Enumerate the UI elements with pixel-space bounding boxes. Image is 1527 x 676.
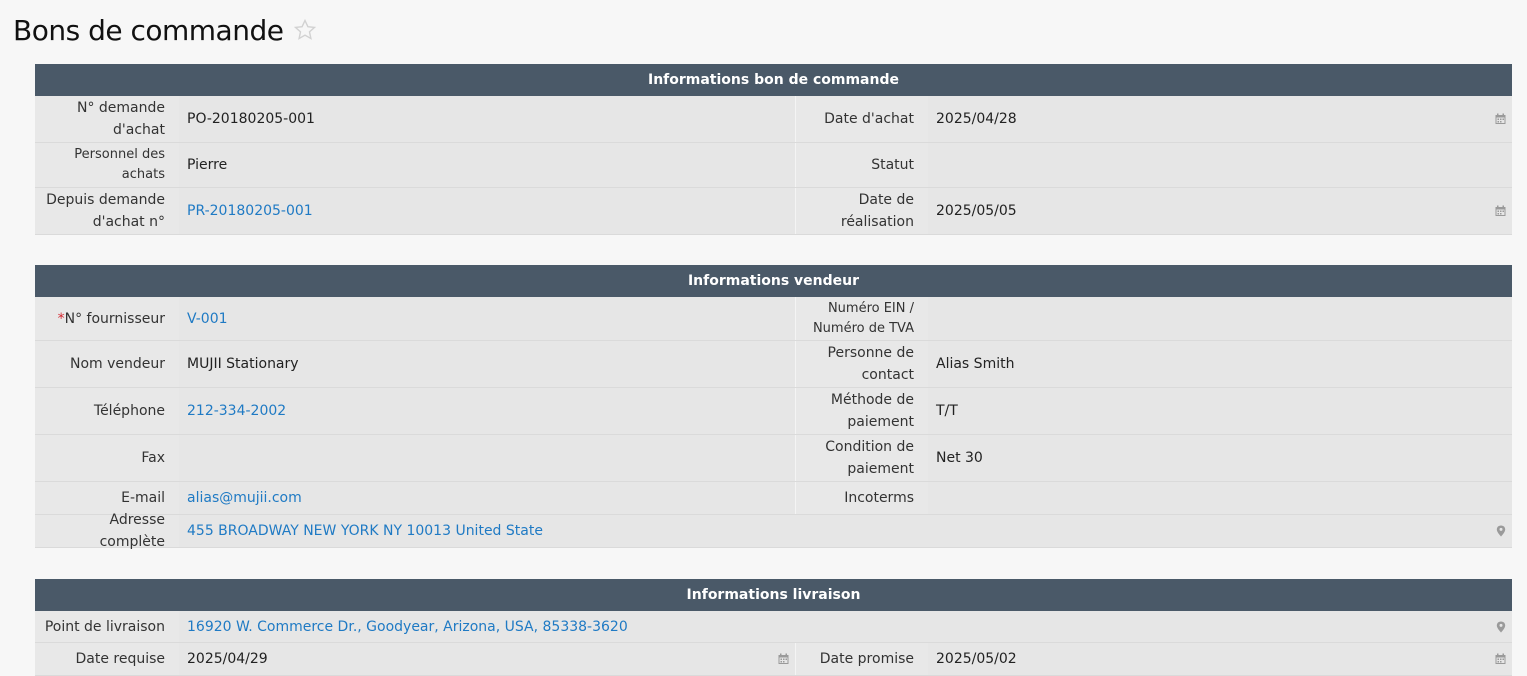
- promised-date-value: 2025/05/02: [936, 651, 1017, 667]
- fax-field[interactable]: [179, 435, 795, 481]
- delivery-point-link[interactable]: 16920 W. Commerce Dr., Goodyear, Arizona…: [187, 619, 628, 635]
- map-pin-icon[interactable]: [1496, 525, 1506, 537]
- payment-method-field[interactable]: T/T: [928, 388, 1512, 434]
- payment-terms-label: Condition de paiement: [795, 435, 928, 481]
- supplier-no-label-text: N° fournisseur: [64, 310, 165, 327]
- address-link[interactable]: 455 BROADWAY NEW YORK NY 10013 United St…: [187, 523, 543, 539]
- supplier-no-field[interactable]: V-001: [179, 297, 795, 340]
- address-field[interactable]: 455 BROADWAY NEW YORK NY 10013 United St…: [179, 515, 1512, 547]
- form-row: Depuis demande d'achat n° PR-20180205-00…: [35, 188, 1512, 235]
- form-row: Téléphone 212-334-2002 Méthode de paieme…: [35, 388, 1512, 435]
- promised-date-label: Date promise: [795, 643, 928, 675]
- po-number-label: N° demande d'achat: [35, 96, 179, 142]
- page-header: Bons de commande: [13, 10, 317, 50]
- supplier-no-link[interactable]: V-001: [187, 311, 228, 327]
- contact-field[interactable]: Alias Smith: [928, 341, 1512, 387]
- ein-label: Numéro EIN / Numéro de TVA: [795, 297, 928, 340]
- incoterms-field[interactable]: [928, 482, 1512, 514]
- delivery-point-field[interactable]: 16920 W. Commerce Dr., Goodyear, Arizona…: [179, 611, 1512, 642]
- status-field[interactable]: [928, 143, 1512, 187]
- required-marker: *: [57, 310, 65, 327]
- purchase-date-label: Date d'achat: [795, 96, 928, 142]
- promised-date-field[interactable]: 2025/05/02: [928, 643, 1512, 675]
- payment-terms-field[interactable]: Net 30: [928, 435, 1512, 481]
- ein-field[interactable]: [928, 297, 1512, 340]
- form-row: Personnel des achats Pierre Statut: [35, 143, 1512, 188]
- section-vendor-info: Informations vendeur * N° fournisseur V-0…: [35, 265, 1512, 550]
- vendor-name-label: Nom vendeur: [35, 341, 179, 387]
- supplier-no-label: * N° fournisseur: [35, 297, 179, 340]
- calendar-icon[interactable]: [1495, 113, 1506, 125]
- completion-date-field[interactable]: 2025/05/05: [928, 188, 1512, 234]
- section-header: Informations livraison: [35, 579, 1512, 611]
- email-field[interactable]: alias@mujii.com: [179, 482, 795, 514]
- po-number-field[interactable]: PO-20180205-001: [179, 96, 795, 142]
- purchase-date-field[interactable]: 2025/04/28: [928, 96, 1512, 142]
- calendar-icon[interactable]: [1495, 653, 1506, 665]
- completion-date-label: Date de réalisation: [795, 188, 928, 234]
- status-label: Statut: [795, 143, 928, 187]
- map-pin-icon[interactable]: [1496, 621, 1506, 633]
- fax-label: Fax: [35, 435, 179, 481]
- from-pr-field[interactable]: PR-20180205-001: [179, 188, 795, 234]
- form-row: Adresse complète 455 BROADWAY NEW YORK N…: [35, 512, 1512, 550]
- purchase-date-value: 2025/04/28: [936, 111, 1017, 127]
- from-pr-label: Depuis demande d'achat n°: [35, 188, 179, 234]
- phone-field[interactable]: 212-334-2002: [179, 388, 795, 434]
- from-pr-link[interactable]: PR-20180205-001: [187, 203, 313, 219]
- form-row: Nom vendeur MUJII Stationary Personne de…: [35, 341, 1512, 388]
- section-header: Informations vendeur: [35, 265, 1512, 297]
- completion-date-value: 2025/05/05: [936, 203, 1017, 219]
- buyer-label: Personnel des achats: [35, 143, 179, 187]
- calendar-icon[interactable]: [1495, 205, 1506, 217]
- required-date-field[interactable]: 2025/04/29: [179, 643, 795, 675]
- address-label: Adresse complète: [35, 512, 179, 550]
- delivery-point-label: Point de livraison: [35, 611, 179, 642]
- section-po-info: Informations bon de commande N° demande …: [35, 64, 1512, 235]
- payment-method-label: Méthode de paiement: [795, 388, 928, 434]
- phone-link[interactable]: 212-334-2002: [187, 403, 286, 419]
- calendar-icon[interactable]: [778, 653, 789, 665]
- required-date-label: Date requise: [35, 643, 179, 675]
- email-link[interactable]: alias@mujii.com: [187, 490, 302, 506]
- buyer-field[interactable]: Pierre: [179, 143, 795, 187]
- form-row: E-mail alias@mujii.com Incoterms: [35, 482, 1512, 515]
- form-row: * N° fournisseur V-001 Numéro EIN / Numér…: [35, 297, 1512, 341]
- form-row: Fax Condition de paiement Net 30: [35, 435, 1512, 482]
- incoterms-label: Incoterms: [795, 482, 928, 514]
- page-title: Bons de commande: [13, 13, 284, 47]
- required-date-value: 2025/04/29: [187, 651, 268, 667]
- form-row: N° demande d'achat PO-20180205-001 Date …: [35, 96, 1512, 143]
- section-delivery-info: Informations livraison Point de livraiso…: [35, 579, 1512, 676]
- star-icon[interactable]: [293, 18, 317, 42]
- form-row: Date requise 2025/04/29 Date promise 202…: [35, 643, 1512, 676]
- contact-label: Personne de contact: [795, 341, 928, 387]
- phone-label: Téléphone: [35, 388, 179, 434]
- form-row: Point de livraison 16920 W. Commerce Dr.…: [35, 611, 1512, 643]
- section-header: Informations bon de commande: [35, 64, 1512, 96]
- vendor-name-field[interactable]: MUJII Stationary: [179, 341, 795, 387]
